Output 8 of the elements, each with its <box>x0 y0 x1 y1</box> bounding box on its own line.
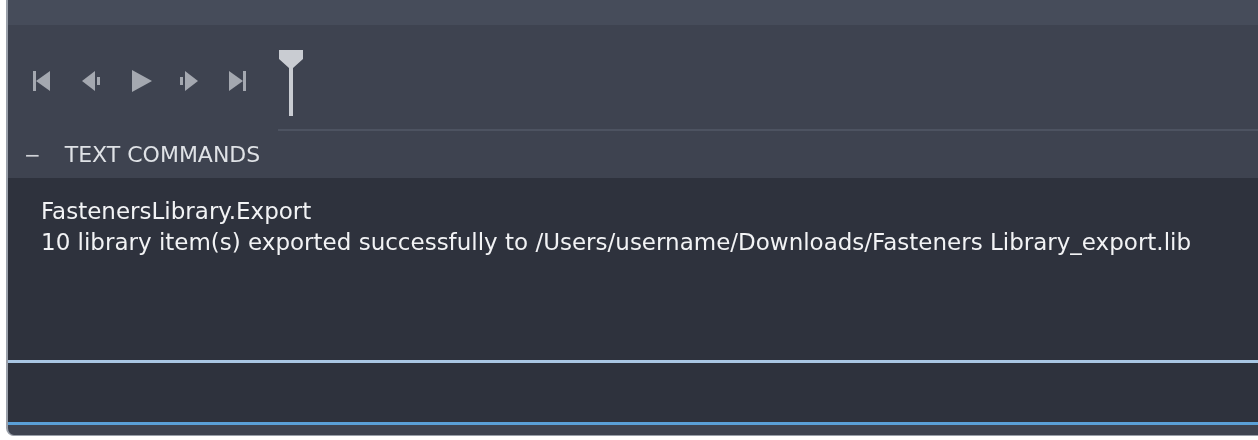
section-title: TEXT COMMANDS <box>64 141 261 169</box>
play-icon[interactable] <box>130 69 152 93</box>
collapse-button[interactable]: − <box>24 140 41 169</box>
command-input-field[interactable] <box>8 363 1258 425</box>
step-back-icon[interactable] <box>81 69 103 93</box>
output-line: 10 library item(s) exported successfully to /Users/username/Downloads/Fasteners Library_export.lib <box>41 228 1193 257</box>
playhead-handle[interactable] <box>278 50 304 116</box>
output-line: FastenersLibrary.Export <box>41 197 313 226</box>
